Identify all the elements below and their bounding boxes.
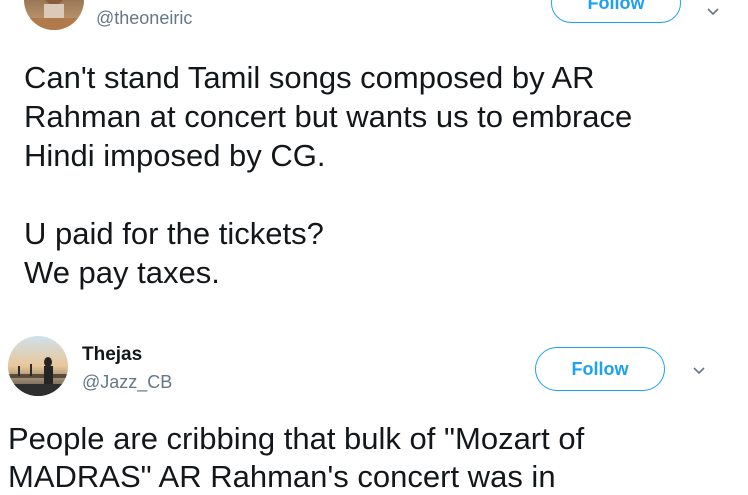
display-name[interactable]: Thejas xyxy=(82,344,142,366)
tweet-screenshot: @theoneiric Follow Can't stand Tamil son… xyxy=(0,0,748,495)
user-handle[interactable]: @Jazz_CB xyxy=(82,372,172,393)
user-avatar-photo-icon xyxy=(24,0,84,30)
avatar[interactable] xyxy=(24,0,84,30)
chevron-down-icon[interactable] xyxy=(706,4,720,18)
tweet-card: @theoneiric Follow Can't stand Tamil son… xyxy=(0,0,748,290)
user-handle[interactable]: @theoneiric xyxy=(96,8,192,29)
follow-button[interactable]: Follow xyxy=(535,347,665,391)
tweet-text: People are cribbing that bulk of "Mozart… xyxy=(8,421,585,494)
follow-button[interactable]: Follow xyxy=(551,0,681,23)
avatar[interactable] xyxy=(8,336,68,396)
user-avatar-photo-icon xyxy=(8,336,68,396)
tweet-card: Thejas @Jazz_CB Follow People are cribbi… xyxy=(0,330,748,495)
tweet-text: Can't stand Tamil songs composed by AR R… xyxy=(24,60,633,290)
chevron-down-icon[interactable] xyxy=(692,363,706,377)
